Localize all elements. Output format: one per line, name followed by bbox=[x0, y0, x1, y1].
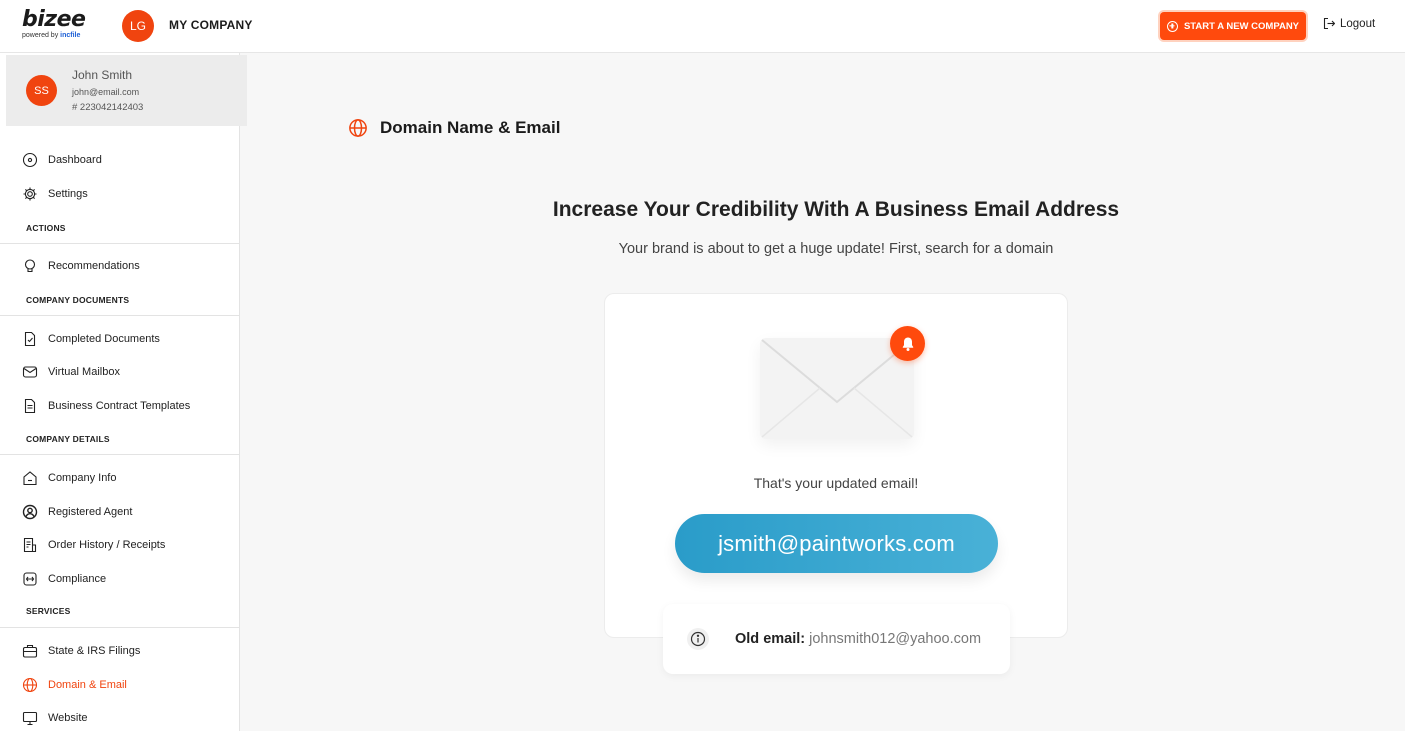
page-title: Domain Name & Email bbox=[380, 118, 561, 137]
company-name[interactable]: MY COMPANY bbox=[169, 18, 253, 32]
start-new-company-label: START A NEW COMPANY bbox=[1183, 20, 1300, 32]
globe-icon bbox=[349, 119, 367, 137]
sidebar-item-label: Settings bbox=[48, 188, 88, 200]
section-company-documents: COMPANY DOCUMENTS bbox=[26, 295, 130, 305]
headline: Increase Your Credibility With A Busines… bbox=[552, 198, 1120, 221]
divider bbox=[0, 315, 240, 316]
logout-button[interactable]: Logout bbox=[1323, 17, 1375, 30]
user-profile-card[interactable]: SS John Smith john@email.com # 223042142… bbox=[6, 55, 247, 126]
sidebar-item-label: Virtual Mailbox bbox=[48, 366, 120, 378]
user-email: john@email.com bbox=[72, 87, 140, 97]
sidebar-item-virtual-mailbox[interactable]: Virtual Mailbox bbox=[22, 364, 120, 380]
building-icon bbox=[23, 471, 37, 486]
logo-powered-by: powered by incfile bbox=[22, 32, 81, 39]
start-new-company-button[interactable]: START A NEW COMPANY bbox=[1160, 12, 1306, 40]
user-id: # 223042142403 bbox=[72, 102, 144, 113]
avatar: SS bbox=[26, 75, 57, 106]
sidebar-item-label: Order History / Receipts bbox=[48, 539, 166, 551]
logout-label: Logout bbox=[1340, 17, 1376, 30]
old-email-value: johnsmith012@yahoo.com bbox=[809, 631, 982, 647]
divider bbox=[0, 243, 240, 244]
plus-circle-icon bbox=[1166, 20, 1178, 32]
envelope-icon bbox=[761, 339, 913, 438]
logout-icon bbox=[1323, 17, 1335, 30]
sidebar-item-label: Domain & Email bbox=[48, 679, 127, 691]
updated-email-label: That's your updated email! bbox=[753, 475, 919, 491]
subheadline: Your brand is about to get a huge update… bbox=[618, 241, 1054, 257]
mailbox-icon bbox=[22, 366, 38, 378]
user-circle-icon bbox=[22, 504, 38, 520]
receipt-icon bbox=[23, 537, 37, 553]
logo-wordmark: bizee bbox=[22, 7, 86, 32]
sidebar-item-recommendations[interactable]: Recommendations bbox=[22, 258, 140, 274]
divider bbox=[0, 627, 240, 628]
lightbulb-icon bbox=[24, 259, 36, 273]
sidebar-item-compliance[interactable]: Compliance bbox=[22, 571, 106, 587]
sidebar-item-settings[interactable]: Settings bbox=[22, 186, 88, 202]
sidebar-item-label: Registered Agent bbox=[48, 506, 133, 518]
sidebar-item-label: Compliance bbox=[48, 573, 107, 585]
gear-icon bbox=[23, 187, 37, 201]
sidebar-item-completed-documents[interactable]: Completed Documents bbox=[22, 331, 160, 347]
old-email-box: Old email: johnsmith012@yahoo.com bbox=[663, 604, 1010, 674]
section-company-details: COMPANY DETAILS bbox=[26, 434, 110, 444]
sidebar-item-dashboard[interactable]: Dashboard bbox=[22, 152, 102, 168]
sidebar-item-company-info[interactable]: Company Info bbox=[22, 470, 116, 486]
section-actions: ACTIONS bbox=[26, 223, 66, 233]
sidebar-item-label: Company Info bbox=[48, 472, 117, 484]
sidebar-item-label: Website bbox=[48, 712, 88, 724]
sidebar-item-label: State & IRS Filings bbox=[48, 645, 141, 657]
contract-icon bbox=[24, 398, 36, 414]
section-services: SERVICES bbox=[26, 606, 71, 616]
dashboard-icon bbox=[22, 152, 38, 168]
sidebar-item-registered-agent[interactable]: Registered Agent bbox=[22, 504, 132, 520]
info-icon bbox=[687, 628, 709, 650]
sidebar-item-state-irs-filings[interactable]: State & IRS Filings bbox=[22, 643, 140, 659]
company-avatar[interactable]: LG bbox=[122, 10, 154, 42]
sidebar-item-label: Business Contract Templates bbox=[48, 400, 191, 412]
envelope-illustration bbox=[760, 338, 914, 439]
document-icon bbox=[24, 331, 36, 347]
divider bbox=[0, 454, 240, 455]
globe-icon bbox=[22, 677, 38, 693]
sidebar-item-label: Completed Documents bbox=[48, 333, 160, 345]
compliance-icon bbox=[23, 572, 37, 586]
page-header: Domain Name & Email bbox=[348, 118, 560, 138]
briefcase-icon bbox=[22, 644, 38, 658]
notification-bell-icon bbox=[890, 326, 925, 361]
sidebar-item-website[interactable]: Website bbox=[22, 710, 88, 726]
user-name: John Smith bbox=[72, 68, 133, 82]
new-email-pill: jsmith@paintworks.com bbox=[675, 514, 998, 573]
sidebar: SS John Smith john@email.com # 223042142… bbox=[0, 53, 247, 731]
sidebar-item-label: Dashboard bbox=[48, 154, 102, 166]
top-bar: bizee powered by incfile LG MY COMPANY S… bbox=[0, 0, 1405, 53]
sidebar-item-domain-email[interactable]: Domain & Email bbox=[22, 677, 127, 693]
sidebar-item-business-contract-templates[interactable]: Business Contract Templates bbox=[22, 398, 190, 414]
sidebar-item-order-history[interactable]: Order History / Receipts bbox=[22, 537, 165, 553]
monitor-icon bbox=[22, 711, 38, 726]
old-email-label: Old email: bbox=[735, 631, 806, 647]
sidebar-item-label: Recommendations bbox=[48, 260, 140, 272]
bizee-logo[interactable]: bizee powered by incfile bbox=[22, 9, 97, 43]
old-email-text: Old email: johnsmith012@yahoo.com bbox=[735, 631, 981, 647]
